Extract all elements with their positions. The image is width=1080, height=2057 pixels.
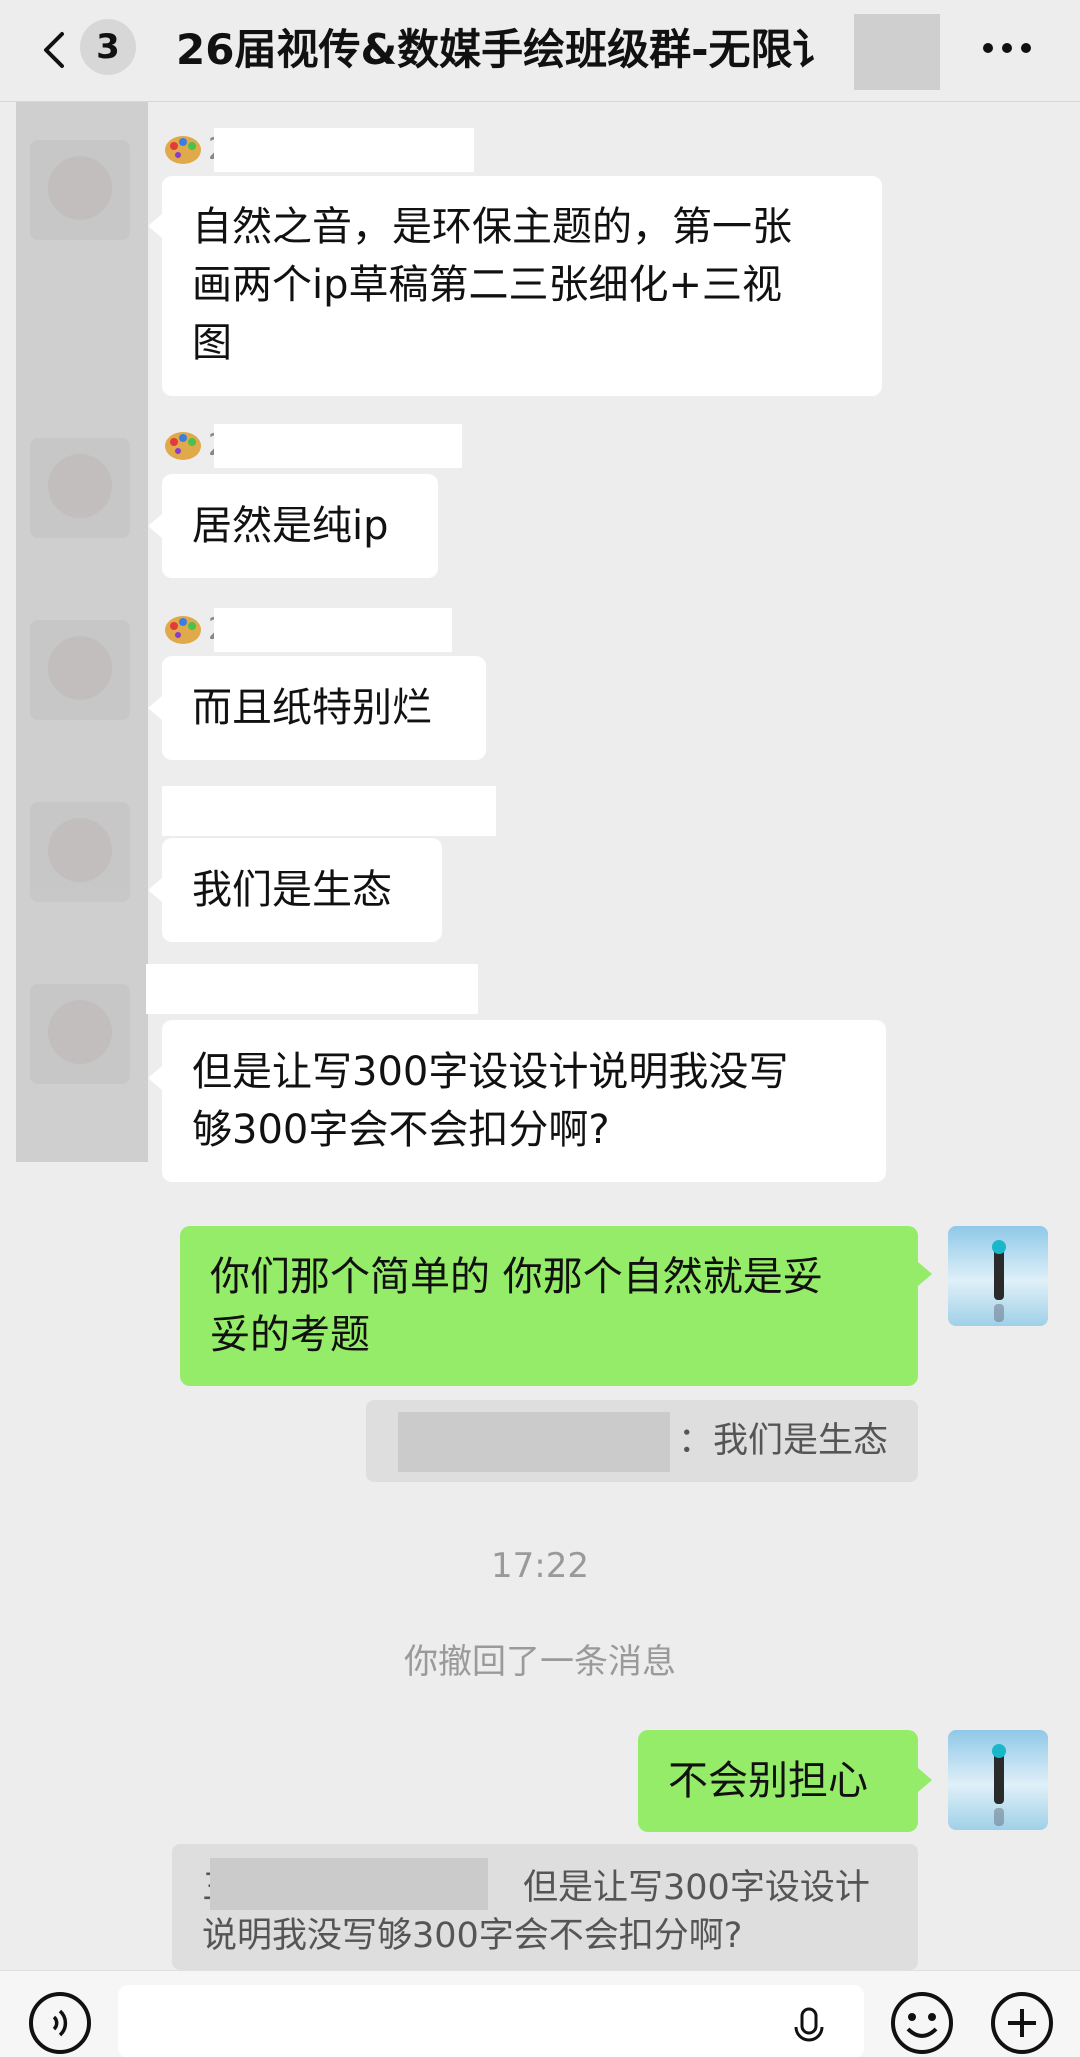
message-bubble[interactable]: 居然是纯ip (162, 474, 438, 578)
redaction-block (162, 786, 496, 836)
voice-icon[interactable] (28, 1991, 92, 2055)
my-message-bubble[interactable]: 你们那个简单的 你那个自然就是妥 妥的考题 (180, 1226, 918, 1386)
palette-icon (165, 616, 201, 644)
redaction-block (398, 1412, 670, 1472)
palette-icon (165, 136, 201, 164)
avatar[interactable] (30, 438, 130, 538)
my-avatar[interactable] (948, 1730, 1048, 1830)
redaction-block (214, 608, 452, 652)
input-bar (0, 1970, 1080, 2057)
emoji-icon[interactable] (890, 1991, 954, 2055)
redaction-block (214, 128, 474, 172)
message-bubble[interactable]: 我们是生态 (162, 838, 442, 942)
plus-icon[interactable] (990, 1991, 1054, 2055)
redaction-block (146, 964, 478, 1014)
avatar[interactable] (30, 140, 130, 240)
sender-name: 2 (164, 424, 464, 468)
message-bubble[interactable]: 但是让写300字设设计说明我没写 够300字会不会扣分啊? (162, 1020, 886, 1182)
mic-icon[interactable] (792, 2007, 826, 2047)
system-notice: 你撤回了一条消息 (404, 1642, 676, 1682)
message-input[interactable] (118, 1985, 864, 2057)
chat-header: 3 26届视传&数媒手绘班级群-无限讠 (0, 0, 1080, 102)
message-bubble[interactable]: 而且纸特别烂 (162, 656, 486, 760)
my-avatar[interactable] (948, 1226, 1048, 1326)
chat-title: 26届视传&数媒手绘班级群-无限讠 (176, 25, 835, 74)
redaction-block (214, 424, 462, 468)
avatar[interactable] (30, 802, 130, 902)
my-message-bubble[interactable]: 不会别担心 (638, 1730, 918, 1832)
more-icon[interactable] (982, 38, 1032, 58)
redaction-block (854, 14, 940, 90)
sender-name: 2 (164, 128, 474, 172)
sender-name: 2 (164, 608, 454, 652)
redaction-block (210, 1858, 488, 1910)
message-bubble[interactable]: 自然之音，是环保主题的，第一张 画两个ip草稿第二三张细化+三视 图 (162, 176, 882, 396)
back-icon[interactable] (38, 30, 72, 70)
unread-count-badge[interactable]: 3 (80, 19, 136, 75)
avatar[interactable] (30, 620, 130, 720)
palette-icon (165, 432, 201, 460)
timestamp: 17:22 (491, 1546, 589, 1586)
avatar[interactable] (30, 984, 130, 1084)
